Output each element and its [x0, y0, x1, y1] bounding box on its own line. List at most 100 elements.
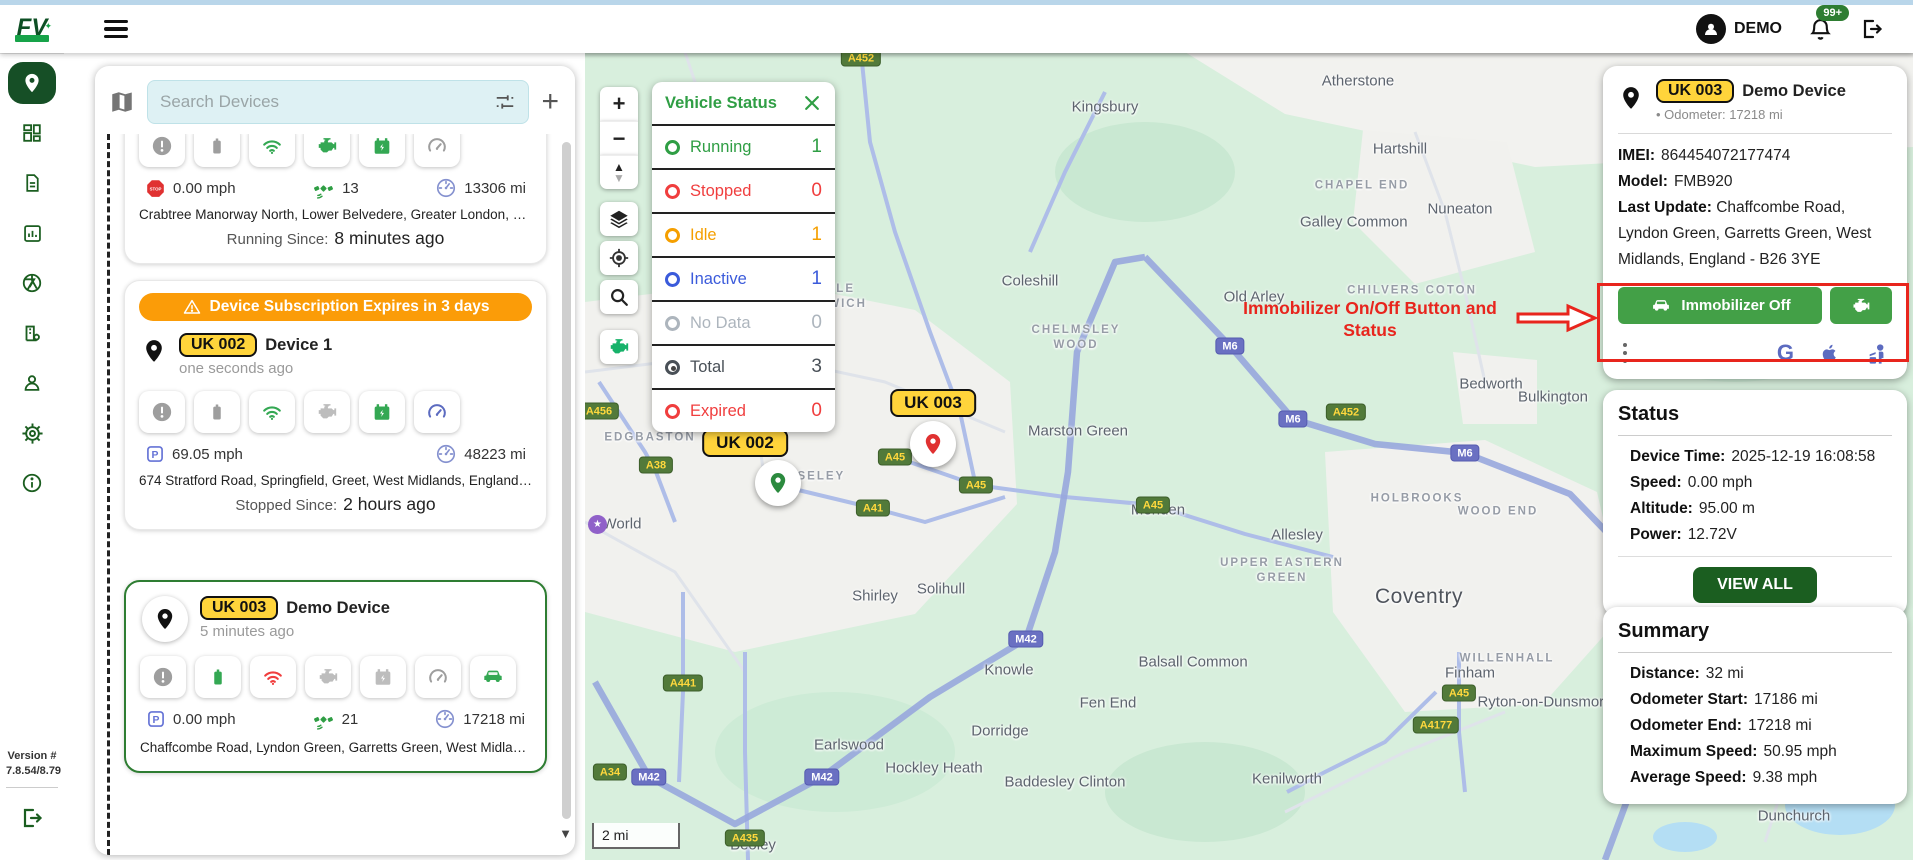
status-chip — [140, 656, 186, 698]
notifications-button[interactable]: 99+ — [1808, 17, 1833, 42]
detail-odometer: • Odometer: 17218 mi — [1656, 107, 1846, 122]
locate-button[interactable] — [600, 241, 638, 275]
vehicle-status-row[interactable]: Total 3 — [652, 344, 835, 388]
map-place-label: Bulkington — [1518, 389, 1588, 406]
apple-maps-icon[interactable] — [1820, 342, 1840, 365]
detail-last-update: Last Update: Chaffcombe Road, Lyndon Gre… — [1618, 195, 1892, 273]
device-plate: UK 003 — [200, 596, 278, 620]
device-cards-scroll[interactable]: STOP0.00 mph1313306 mi Crabtree Manorway… — [107, 134, 575, 855]
engine-command-button[interactable] — [1830, 287, 1892, 324]
sidebar-logout-button[interactable] — [19, 806, 45, 830]
device-card[interactable]: STOP0.00 mph1313306 mi Crabtree Manorway… — [124, 134, 547, 264]
logout-button[interactable] — [1859, 17, 1885, 41]
pin-icon — [141, 336, 167, 366]
add-device-button[interactable]: + — [541, 89, 559, 115]
stat-item: P0.00 mph — [146, 709, 236, 729]
search-icon — [608, 286, 630, 308]
map-place-label: Finham — [1445, 665, 1495, 682]
list-scrollbar[interactable] — [562, 142, 571, 819]
vehicle-status-row[interactable]: Expired 0 — [652, 388, 835, 432]
zoom-in-button[interactable]: + — [600, 87, 638, 121]
sidebar-item-settings[interactable] — [8, 412, 56, 454]
locate-icon — [608, 247, 630, 269]
stat-icon — [312, 709, 335, 730]
device-address: Chaffcombe Road, Lyndon Green, Garretts … — [140, 740, 531, 755]
map-marker-uk003[interactable] — [910, 421, 956, 467]
car-icon — [1649, 296, 1673, 316]
layers-icon — [608, 208, 630, 230]
device-plate: UK 002 — [179, 333, 257, 357]
map-place-label: Knowle — [984, 662, 1033, 679]
status-label: Expired — [690, 402, 746, 421]
search-input[interactable] — [160, 92, 494, 112]
status-ring-icon — [665, 360, 680, 375]
map-marker-uk002[interactable] — [755, 460, 801, 506]
stat-icon — [435, 177, 457, 199]
streetview-icon[interactable] — [1866, 342, 1888, 365]
sidebar-item-geofence[interactable] — [8, 312, 56, 354]
map-marker-plate-uk003[interactable]: UK 003 — [890, 389, 976, 417]
sidebar-item-users[interactable] — [8, 362, 56, 404]
stat-item: STOP0.00 mph — [145, 178, 236, 199]
google-maps-icon[interactable]: G — [1777, 340, 1794, 366]
svg-text:P: P — [153, 715, 160, 726]
status-count: 0 — [811, 180, 822, 202]
pin-icon — [153, 606, 177, 632]
menu-toggle-button[interactable] — [104, 20, 128, 39]
user-menu[interactable]: DEMO — [1696, 14, 1782, 44]
more-options-button[interactable] — [1622, 340, 1628, 366]
sidebar-item-info[interactable] — [8, 462, 56, 504]
map-place-label: Balsall Common — [1139, 654, 1224, 671]
status-ring-icon — [665, 228, 680, 243]
vehicle-status-row[interactable]: No Data 0 — [652, 300, 835, 344]
sidebar-item-map[interactable] — [8, 62, 56, 104]
map-search-button[interactable] — [600, 280, 638, 314]
vehicle-status-row[interactable]: Stopped 0 — [652, 168, 835, 212]
engine-filter-button[interactable] — [600, 330, 638, 364]
road-badge: A456 — [585, 403, 619, 420]
immobilizer-toggle-button[interactable]: Immobilizer Off — [1618, 287, 1822, 324]
vehicle-status-row[interactable]: Inactive 1 — [652, 256, 835, 300]
map-marker-plate-uk002[interactable]: UK 002 — [702, 429, 788, 457]
status-label: Inactive — [690, 270, 747, 289]
status-count: 1 — [811, 268, 822, 290]
logo-spark-icon: ✦ — [44, 21, 52, 32]
road-badge: A441 — [663, 675, 703, 692]
sidebar-item-camera[interactable] — [8, 262, 56, 304]
layers-button[interactable] — [600, 202, 638, 236]
device-menu-button[interactable] — [522, 333, 530, 357]
road-badge: A452 — [1326, 404, 1366, 421]
filter-tune-icon[interactable] — [494, 91, 516, 113]
sidebar-item-analytics[interactable] — [8, 212, 56, 254]
vehicle-status-row[interactable]: Idle 1 — [652, 212, 835, 256]
scroll-down-icon[interactable]: ▼ — [559, 826, 572, 841]
road-badge: A452 — [841, 52, 881, 67]
pan-button[interactable]: ▲▼ — [600, 155, 638, 189]
vehicle-status-row[interactable]: Running 1 — [652, 124, 835, 168]
close-icon[interactable] — [802, 93, 822, 113]
status-chip — [304, 134, 350, 167]
pin-circle — [142, 596, 188, 642]
status-card: Status Device Time:2025-12-19 16:08:58 S… — [1603, 390, 1907, 616]
map-place-label: Kingsbury — [1072, 99, 1139, 116]
status-chip — [195, 656, 241, 698]
status-label: Stopped — [690, 182, 751, 201]
status-count: 1 — [811, 224, 822, 246]
map-place-label: World — [603, 516, 642, 533]
warning-icon — [182, 298, 202, 316]
device-card-selected[interactable]: UK 003 Demo Device 5 minutes ago P0.00 m… — [124, 580, 547, 773]
zoom-out-button[interactable]: − — [600, 121, 638, 155]
stat-icon: STOP — [145, 178, 166, 199]
device-card[interactable]: Device Subscription Expires in 3 days UK… — [124, 280, 547, 530]
sidebar-item-reports[interactable] — [8, 162, 56, 204]
user-avatar-icon — [1696, 14, 1726, 44]
device-menu-button[interactable] — [521, 596, 529, 620]
info-icon — [21, 472, 43, 494]
top-bar: ✦ FV DEMO 99+ — [0, 5, 1913, 53]
version-info: Version # 7.8.54/8.79 — [6, 749, 58, 788]
map-toggle-icon[interactable] — [109, 89, 135, 115]
sidebar-item-dashboard[interactable] — [8, 112, 56, 154]
search-box — [147, 80, 529, 124]
view-all-button[interactable]: VIEW ALL — [1693, 567, 1817, 603]
aperture-icon — [21, 272, 43, 294]
